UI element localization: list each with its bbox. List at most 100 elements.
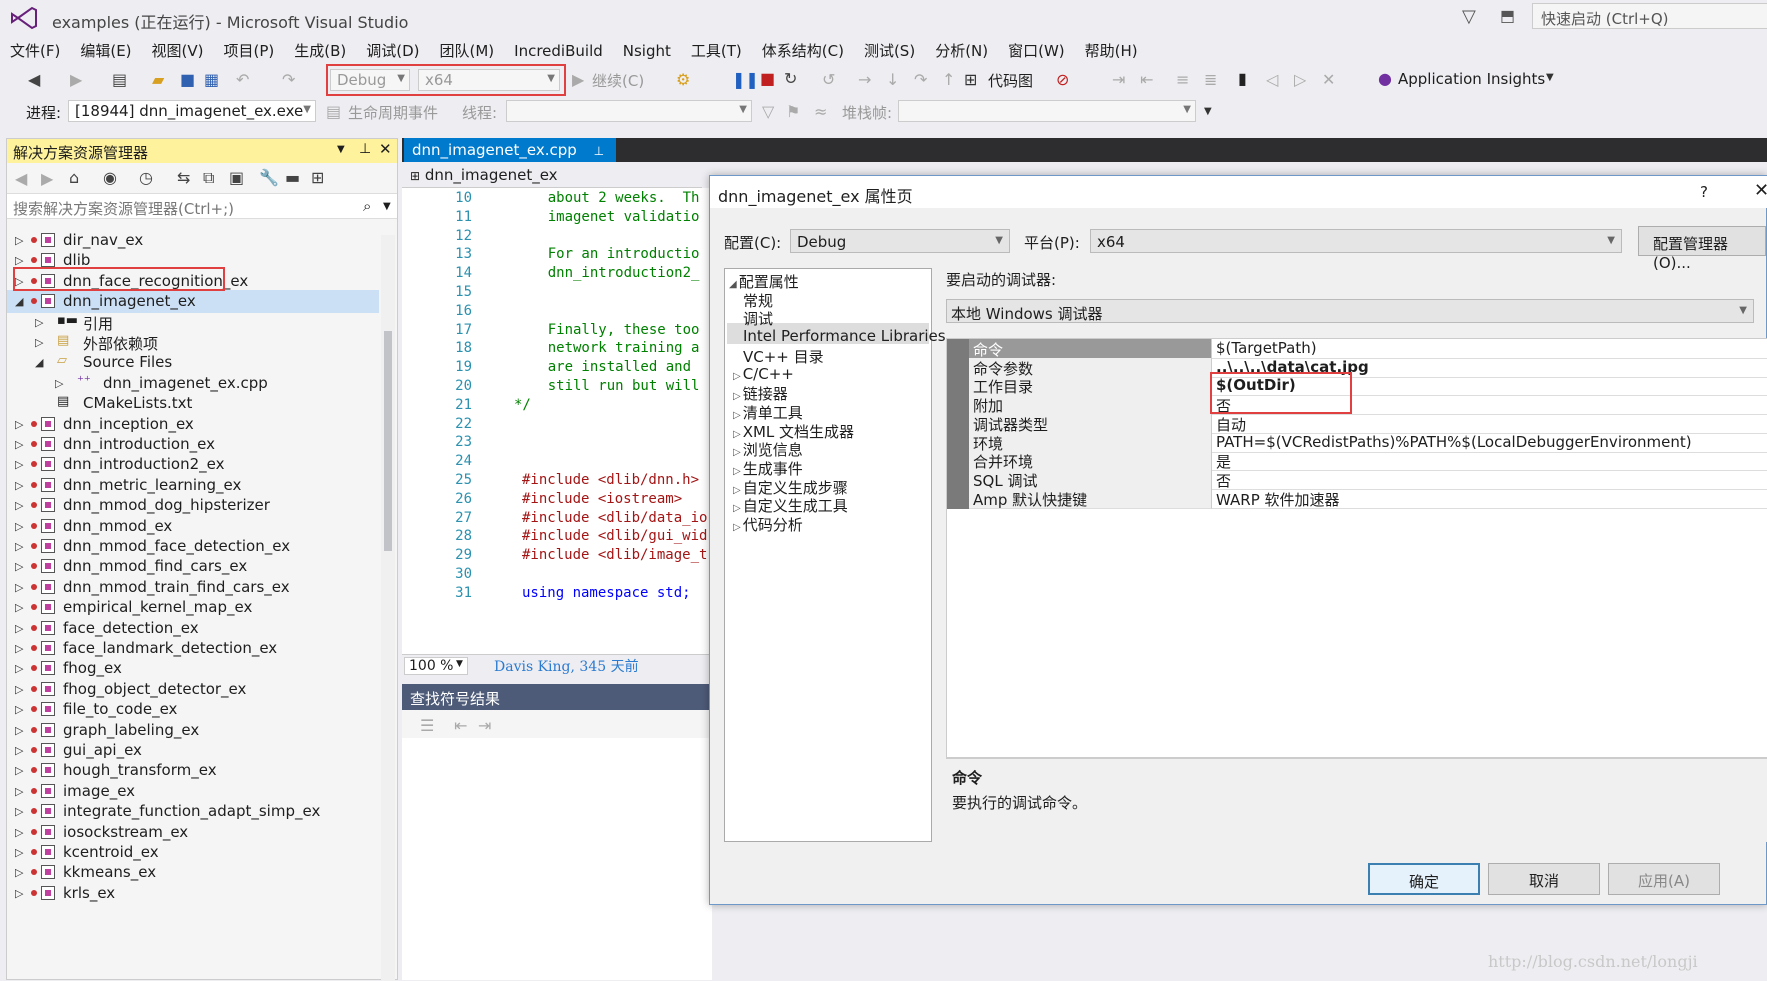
platform-select[interactable]: x64 ▼ — [1090, 229, 1622, 253]
next-result-icon[interactable]: ⇥ — [478, 716, 491, 735]
ok-button[interactable]: 确定 — [1368, 863, 1480, 895]
comment-icon[interactable]: ≡ — [1176, 70, 1189, 89]
preview-icon[interactable]: ▬ — [285, 168, 300, 187]
show-flagged-icon[interactable]: ⚑ — [786, 102, 800, 121]
property-row[interactable]: 环境 PATH=$(VCRedistPaths)%PATH%$(LocalDebu… — [947, 432, 1767, 453]
expand-arrow-icon[interactable]: ▷ — [15, 703, 23, 716]
menu-item[interactable]: 文件(F) — [0, 36, 70, 62]
expand-arrow-icon[interactable]: ▷ — [15, 234, 23, 247]
expand-arrow-icon[interactable]: ◢ — [35, 356, 43, 369]
feedback-icon[interactable]: ⬒ — [1500, 6, 1515, 25]
tree-item[interactable]: ▷ krls_ex — [7, 882, 379, 905]
restart-icon[interactable]: ↻ — [784, 69, 797, 88]
lightbulb-icon[interactable]: ● — [1378, 69, 1392, 88]
menu-item[interactable]: 测试(S) — [854, 36, 925, 62]
expand-arrow-icon[interactable]: ▷ — [733, 503, 741, 514]
quick-launch-input[interactable]: 快速启动 (Ctrl+Q) — [1532, 3, 1767, 29]
attach-icon[interactable]: ⚙ — [676, 70, 690, 89]
prev-bookmark-icon[interactable]: ◁ — [1266, 70, 1278, 89]
sync-icon[interactable]: ⇆ — [177, 168, 190, 187]
open-file-icon[interactable]: ▰ — [152, 70, 164, 89]
close-icon[interactable]: ✕ — [379, 140, 392, 158]
flag-thread-icon[interactable]: ▽ — [762, 102, 774, 121]
save-icon[interactable]: ■ — [180, 70, 195, 89]
expand-arrow-icon[interactable]: ◢ — [15, 295, 23, 308]
breakpoints-icon[interactable]: ⊘ — [1056, 70, 1069, 89]
continue-button[interactable]: 继续(C) — [592, 70, 644, 91]
expand-arrow-icon[interactable]: ▷ — [15, 458, 23, 471]
expand-arrow-icon[interactable]: ▷ — [15, 520, 23, 533]
apply-button[interactable]: 应用(A) — [1608, 863, 1720, 895]
help-button[interactable]: ? — [1700, 183, 1708, 201]
property-tree-item[interactable]: Intel Performance Libraries — [743, 327, 946, 345]
expand-arrow-icon[interactable]: ▷ — [733, 466, 741, 477]
step-over-icon[interactable]: ↷ — [914, 70, 927, 89]
menu-item[interactable]: 工具(T) — [681, 36, 752, 62]
search-icon[interactable]: ⌕ — [363, 197, 371, 215]
menu-item[interactable]: 分析(N) — [925, 36, 998, 62]
solution-search-input[interactable]: 搜索解决方案资源管理器(Ctrl+;) — [7, 193, 397, 219]
property-row[interactable]: 合并环境是 — [947, 451, 1767, 472]
stack-frame-combo[interactable]: ▼ — [898, 100, 1196, 122]
expand-arrow-icon[interactable]: ▷ — [15, 866, 23, 879]
class-diagram-icon[interactable]: ⊞ — [311, 168, 324, 187]
expand-arrow-icon[interactable]: ▷ — [733, 371, 741, 382]
menu-item[interactable]: 生成(B) — [284, 36, 356, 62]
expand-arrow-icon[interactable]: ▷ — [15, 785, 23, 798]
expand-arrow-icon[interactable]: ▷ — [733, 447, 741, 458]
property-tree-item[interactable]: ▷ C/C++ — [733, 365, 794, 383]
expand-arrow-icon[interactable]: ▷ — [733, 485, 741, 496]
external-code-icon[interactable]: ≈ — [814, 102, 827, 121]
expand-arrow-icon[interactable]: ▷ — [15, 418, 23, 431]
code-map-button[interactable]: 代码图 — [988, 70, 1033, 91]
home-icon[interactable]: ⌂ — [69, 168, 79, 187]
pause-icon[interactable]: ❚❚ — [732, 70, 759, 89]
chevron-down-icon[interactable]: ▼ — [383, 201, 391, 212]
property-row[interactable]: SQL 调试否 — [947, 469, 1767, 490]
menu-item[interactable]: 团队(M) — [430, 36, 505, 62]
expand-arrow-icon[interactable]: ▷ — [15, 683, 23, 696]
code-map-icon[interactable]: ⊞ — [964, 70, 977, 89]
expand-arrow-icon[interactable]: ▷ — [15, 826, 23, 839]
expand-arrow-icon[interactable]: ▷ — [15, 499, 23, 512]
property-value[interactable]: WARP 软件加速器 — [1211, 488, 1767, 509]
undo-icon[interactable]: ↶ — [236, 70, 249, 89]
list-icon[interactable]: ☰ — [420, 716, 434, 735]
property-value[interactable]: PATH=$(VCRedistPaths)%PATH%$(LocalDebugg… — [1211, 432, 1767, 453]
chevron-down-icon[interactable]: ▼ — [1546, 72, 1554, 83]
expand-arrow-icon[interactable]: ▷ — [15, 662, 23, 675]
expand-arrow-icon[interactable]: ▷ — [35, 316, 43, 329]
expand-arrow-icon[interactable]: ▷ — [15, 622, 23, 635]
menu-item[interactable]: 视图(V) — [142, 36, 214, 62]
lifecycle-events-button[interactable]: 生命周期事件 — [348, 102, 438, 123]
expand-arrow-icon[interactable]: ▷ — [15, 846, 23, 859]
redo-icon[interactable]: ↷ — [282, 70, 295, 89]
menu-item[interactable]: 体系结构(C) — [752, 36, 854, 62]
expand-arrow-icon[interactable]: ▷ — [733, 410, 741, 421]
menu-item[interactable]: Nsight — [613, 38, 681, 64]
pin-icon[interactable]: ⊥ — [359, 141, 371, 157]
thread-combo[interactable]: ▼ — [506, 100, 752, 122]
config-manager-button[interactable]: 配置管理器(O)... — [1638, 226, 1766, 272]
menu-item[interactable]: 项目(P) — [214, 36, 285, 62]
property-value[interactable]: 否 — [1211, 469, 1767, 490]
expand-arrow-icon[interactable]: ▷ — [15, 581, 23, 594]
show-next-statement-icon[interactable]: → — [858, 70, 871, 89]
step-into-icon[interactable]: ↓ — [886, 70, 899, 89]
property-value[interactable]: 自动 — [1211, 413, 1767, 434]
property-row[interactable]: 命令 $(TargetPath) — [947, 339, 1767, 359]
clear-bookmarks-icon[interactable]: ✕ — [1322, 70, 1335, 89]
property-value[interactable]: $(TargetPath) — [1211, 339, 1767, 359]
uncomment-icon[interactable]: ≣ — [1204, 70, 1217, 89]
bookmark-icon[interactable]: ▮ — [1238, 69, 1247, 88]
debugger-select[interactable]: 本地 Windows 调试器 ▼ — [946, 299, 1754, 323]
next-bookmark-icon[interactable]: ▷ — [1294, 70, 1306, 89]
expand-arrow-icon[interactable]: ▷ — [733, 429, 741, 440]
menu-item[interactable]: 调试(D) — [356, 36, 429, 62]
chevron-down-icon[interactable]: ▼ — [1204, 106, 1212, 117]
properties-icon[interactable]: 🔧 — [259, 168, 279, 187]
expand-arrow-icon[interactable]: ▷ — [15, 601, 23, 614]
expand-arrow-icon[interactable]: ▷ — [15, 805, 23, 818]
switch-views-icon[interactable]: ◉ — [103, 168, 117, 187]
expand-arrow-icon[interactable]: ◢ — [729, 279, 737, 290]
